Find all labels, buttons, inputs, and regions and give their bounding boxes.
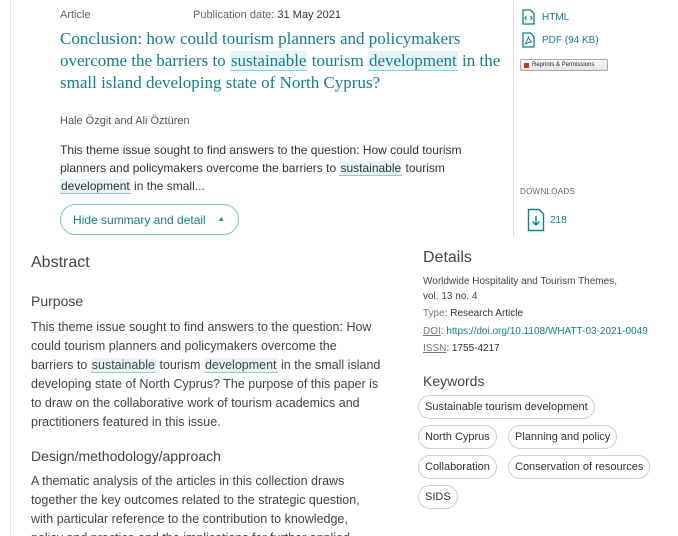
hide-summary-button[interactable]: Hide summary and detail ▲ — [60, 204, 239, 235]
doi-link[interactable]: https://doi.org/10.1108/WHATT-03-2021-00… — [446, 326, 647, 337]
issn-label: ISSN — [423, 343, 447, 354]
doi-label: DOI — [423, 326, 441, 337]
pdf-link-label: PDF (94 KB) — [542, 34, 599, 46]
publication-date: Publication date: 31 May 2021 — [193, 9, 341, 21]
keywords-heading: Keywords — [423, 373, 485, 389]
journal-volume: vol. 13 no. 4 — [423, 291, 478, 302]
keyword-chip[interactable]: Sustainable tourism development — [418, 395, 595, 419]
search-highlight: sustainable — [339, 161, 403, 176]
issn-detail: ISSN: 1755-4217 — [423, 343, 500, 354]
keyword-chip[interactable]: SIDS — [418, 485, 458, 509]
type-value: Research Article — [450, 308, 524, 319]
issn-value: 1755-4217 — [451, 343, 500, 354]
reprints-label: Reprints & Permissions — [532, 62, 595, 68]
title-text: tourism — [307, 51, 368, 70]
card-divider — [513, 0, 514, 236]
article-type: Article — [60, 9, 91, 21]
search-highlight: development — [60, 179, 131, 194]
summary-snippet: This theme issue sought to find answers … — [60, 141, 505, 195]
pdf-file-icon — [522, 32, 535, 48]
pdf-link[interactable]: PDF (94 KB) — [522, 32, 599, 48]
downloads-number: 218 — [550, 214, 567, 226]
search-highlight: sustainable — [90, 358, 156, 373]
abstract-heading: Abstract — [31, 254, 90, 271]
keyword-chip[interactable]: Planning and policy — [508, 425, 618, 449]
keyword-chip[interactable]: North Cyprus — [418, 425, 497, 449]
authors: Hale Özgit and Ali Öztüren — [60, 115, 190, 127]
search-highlight: sustainable — [229, 51, 308, 71]
publication-date-label: Publication date: — [192, 9, 275, 21]
snippet-text: tourism — [402, 161, 445, 175]
purpose-heading: Purpose — [31, 293, 84, 309]
details-heading: Details — [423, 249, 472, 266]
type-label: Type — [423, 308, 445, 319]
reprints-icon — [524, 62, 529, 68]
doi-detail: DOI: https://doi.org/10.1108/WHATT-03-20… — [423, 326, 648, 337]
purpose-text: This theme issue sought to find answers … — [31, 318, 381, 432]
journal-name[interactable]: Worldwide Hospitality and Tourism Themes… — [423, 274, 617, 289]
html-link-label: HTML — [542, 11, 570, 23]
article-summary-card: Article Publication date: 31 May 2021 Co… — [0, 0, 515, 246]
keyword-chip[interactable]: Conservation of resources — [508, 455, 651, 479]
search-highlight: development — [203, 358, 278, 373]
article-type-detail: Type: Research Article — [423, 308, 524, 319]
article-title[interactable]: Conclusion: how could tourism planners a… — [60, 28, 505, 94]
purpose-text-part: tourism — [156, 358, 204, 372]
hide-summary-label: Hide summary and detail — [73, 212, 206, 227]
design-heading: Design/methodology/approach — [31, 448, 221, 464]
html-file-icon — [522, 9, 535, 25]
design-text: A thematic analysis of the articles in t… — [31, 474, 360, 536]
downloads-count: 218 — [527, 208, 567, 232]
publication-date-value: 31 May 2021 — [277, 9, 341, 21]
search-highlight: development — [367, 51, 458, 71]
caret-up-icon: ▲ — [217, 216, 225, 223]
downloads-label: DOWNLOADS — [520, 187, 576, 196]
snippet-text: in the small... — [130, 179, 205, 193]
reprints-permissions-button[interactable]: Reprints & Permissions — [520, 59, 608, 71]
keyword-chip[interactable]: Collaboration — [418, 455, 497, 479]
download-icon — [527, 208, 545, 232]
html-link[interactable]: HTML — [522, 9, 569, 25]
